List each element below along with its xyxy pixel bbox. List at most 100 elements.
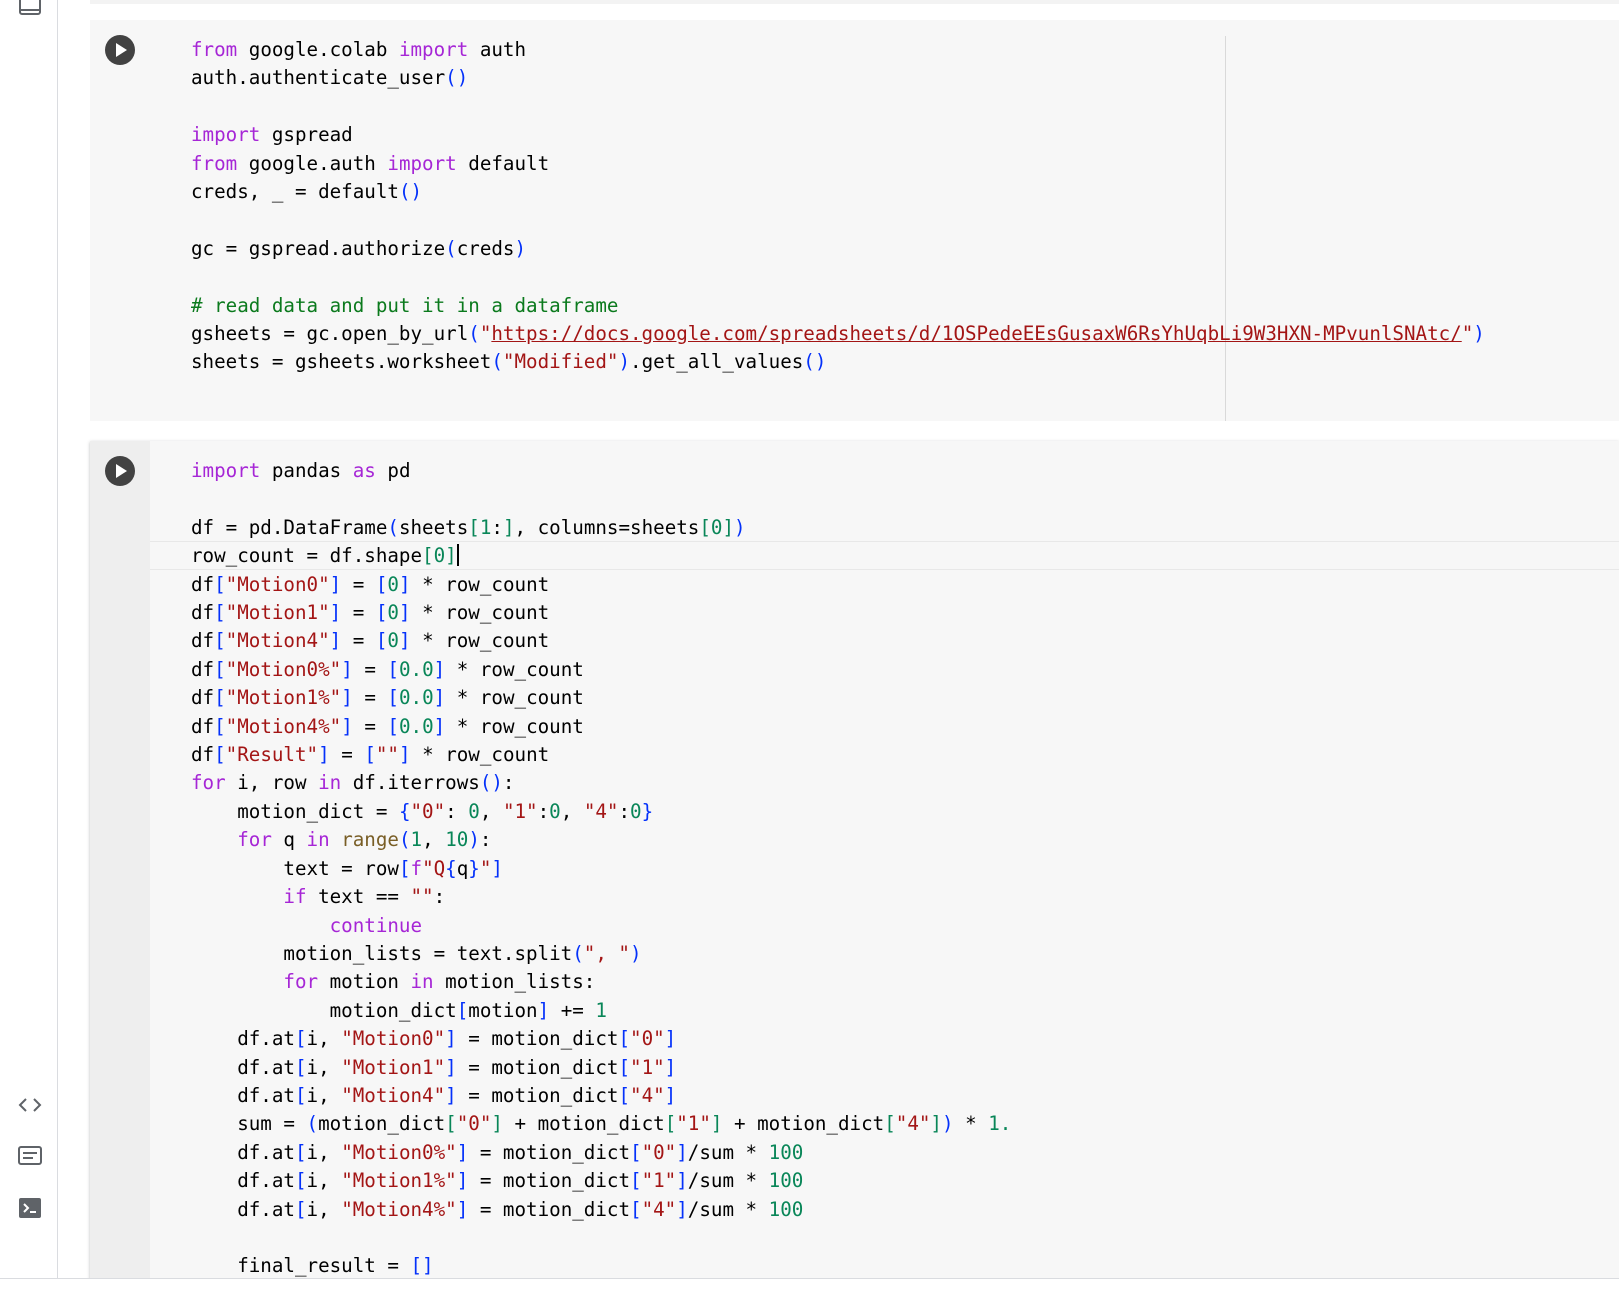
code-token: [ — [468, 515, 480, 539]
code-token: import — [191, 459, 261, 482]
code-token: in — [306, 828, 330, 852]
code-editor[interactable]: from google.colab import auth auth.authe… — [191, 36, 1485, 377]
code-token: ) — [468, 828, 480, 852]
code-token: 0 — [710, 515, 723, 539]
code-token: [ — [884, 1112, 896, 1136]
code-token: [ — [214, 743, 226, 767]
code-token: "Motion0%" — [341, 1140, 457, 1164]
code-token: in — [318, 771, 342, 795]
code-token: [ — [630, 1169, 642, 1193]
code-token: 0 — [549, 799, 561, 823]
code-token: [ — [214, 714, 226, 738]
code-token: + motion_dict — [722, 1112, 885, 1136]
code-token: 0.0 — [398, 686, 434, 710]
code-line: df.at[i, "Motion4"] = motion_dict["4"] — [191, 1084, 676, 1107]
code-token: ( — [572, 941, 584, 965]
code-token: : — [618, 799, 631, 823]
code-token: for — [237, 828, 272, 852]
code-token: [ — [618, 1027, 631, 1051]
code-token: "1" — [641, 1169, 677, 1193]
run-cell-button[interactable] — [105, 35, 135, 65]
code-editor[interactable]: import pandas as pd df = pd.DataFrame(sh… — [191, 457, 1011, 1278]
code-token: motion — [468, 998, 538, 1022]
code-token: [ — [618, 1083, 631, 1107]
code-token: = motion_dict — [456, 1083, 619, 1107]
code-token: [ — [214, 601, 226, 625]
code-token: i, — [306, 1169, 342, 1193]
code-token: * row_count — [410, 629, 550, 653]
code-token: row_count = df.shape — [191, 544, 423, 568]
code-token: df — [191, 629, 215, 653]
code-line: continue — [191, 914, 422, 937]
code-token: text = row — [191, 856, 399, 880]
text-cursor — [456, 544, 459, 567]
code-token: } — [641, 799, 654, 823]
code-snippets-icon[interactable] — [16, 1091, 44, 1119]
code-token: [ — [214, 686, 226, 710]
code-line: df.at[i, "Motion1%"] = motion_dict["1"]/… — [191, 1169, 803, 1192]
code-token: () — [479, 771, 503, 795]
code-token: = — [352, 657, 388, 681]
code-token: ( — [387, 515, 399, 539]
code-token: * row_count — [445, 714, 584, 738]
code-token: 0 — [468, 799, 480, 823]
command-palette-icon[interactable] — [16, 1142, 44, 1170]
panel-icon[interactable] — [16, 0, 44, 20]
code-token: import — [398, 38, 469, 61]
code-line: df["Result"] = [""] * row_count — [191, 743, 549, 766]
code-line: from google.auth import default — [191, 152, 549, 175]
run-cell-button[interactable] — [105, 456, 135, 486]
code-token: "0" — [641, 1140, 677, 1164]
code-token: 0 — [630, 799, 642, 823]
code-token: 0 — [387, 629, 399, 653]
code-token: "0" — [456, 1112, 492, 1136]
code-token: ] — [433, 686, 446, 710]
code-token: "" — [375, 743, 399, 767]
code-token: [ — [630, 1197, 642, 1221]
code-token: ] — [329, 601, 342, 625]
code-token: /sum * — [687, 1197, 769, 1221]
code-token: /sum * — [687, 1169, 769, 1193]
code-token: ] — [537, 998, 550, 1022]
code-line: df.at[i, "Motion4%"] = motion_dict["4"]/… — [191, 1198, 803, 1221]
code-token: 1 — [479, 515, 492, 539]
code-token: ] — [710, 1112, 723, 1136]
code-token: ] — [664, 1055, 677, 1079]
code-cell-focused[interactable]: import pandas as pd df = pd.DataFrame(sh… — [90, 441, 1619, 1278]
code-cell[interactable]: from google.colab import auth auth.authe… — [90, 20, 1619, 421]
code-token: * row_count — [410, 743, 550, 767]
code-token: motion_lists = text.split — [191, 941, 573, 965]
code-token: , — [560, 799, 584, 823]
code-token: ] — [433, 657, 446, 681]
terminal-icon[interactable] — [16, 1194, 44, 1222]
code-token[interactable]: https://docs.google.com/spreadsheets/d/1… — [491, 322, 1461, 345]
code-token: sum = — [191, 1112, 307, 1136]
code-token: : — [445, 799, 469, 823]
code-token: 0 — [387, 601, 399, 625]
status-divider — [0, 1278, 1619, 1279]
code-token: as — [352, 459, 376, 482]
code-token: ] — [433, 714, 446, 738]
code-token: : — [479, 828, 492, 852]
code-token: gsheets = gc.open_by_url — [191, 322, 469, 346]
code-token: ] — [502, 515, 515, 539]
code-token: ) — [630, 941, 642, 965]
code-token: , — [479, 799, 503, 823]
code-line: gc = gspread.authorize(creds) — [191, 237, 526, 260]
code-token: * — [953, 1112, 989, 1136]
code-token: /sum * — [687, 1140, 769, 1164]
code-token: text == — [306, 885, 411, 909]
code-line: import gspread — [191, 123, 353, 146]
code-token: = — [341, 629, 376, 653]
code-token: * row_count — [445, 657, 584, 681]
code-token: "4" — [630, 1083, 665, 1107]
code-token: ] — [341, 686, 353, 710]
code-line: df.at[i, "Motion1"] = motion_dict["1"] — [191, 1056, 676, 1079]
code-token: ] — [398, 629, 411, 653]
code-token: ( — [306, 1112, 319, 1136]
code-token: for — [191, 771, 226, 795]
code-token: motion_dict — [191, 998, 457, 1022]
code-token: if — [283, 885, 307, 909]
